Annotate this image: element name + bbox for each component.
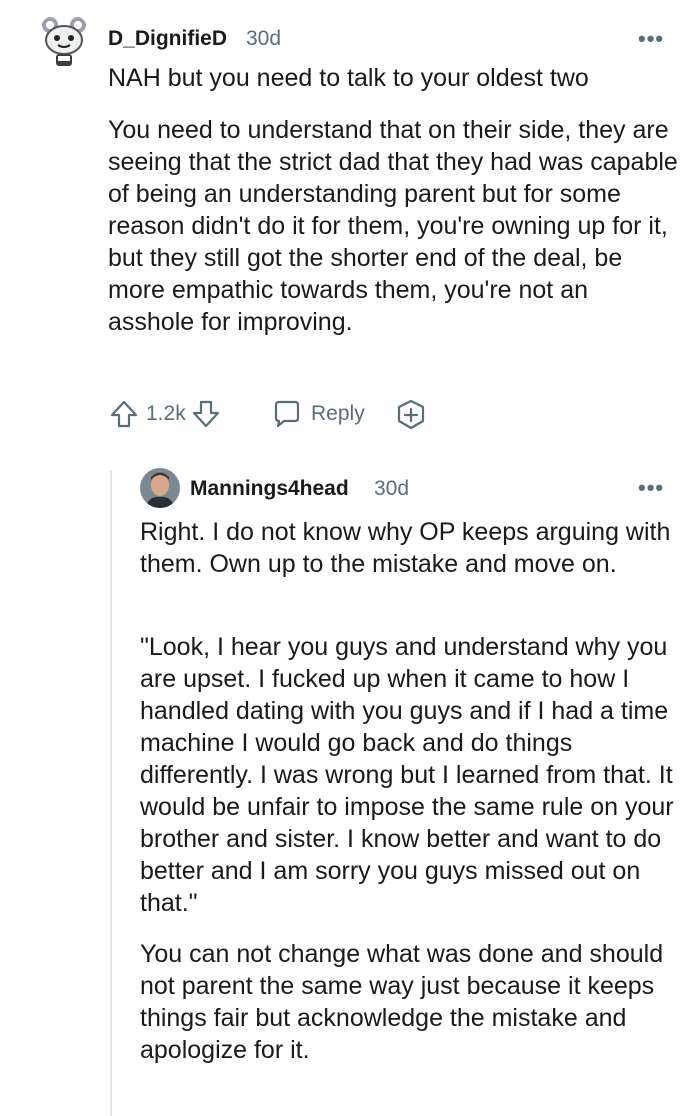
comment-more-options-button[interactable]: ••• [638,26,664,52]
reply-paragraph: Right. I do not know why OP keeps arguin… [140,518,671,578]
snoo-avatar-icon [36,12,92,68]
award-plus-icon[interactable] [394,398,428,432]
comment-age: 30d [246,27,282,50]
reply-age: 30d [374,477,410,500]
upvote-arrow-icon[interactable] [108,398,140,430]
thread-line[interactable] [110,470,112,1116]
reply-username[interactable]: Mannings4head [190,477,349,501]
profile-photo-icon [140,468,180,508]
comment-paragraph: NAH but you need to talk to your oldest … [108,64,589,92]
reply-paragraph: "Look, I hear you guys and understand wh… [140,633,674,917]
reply-paragraph: You can not change what was done and sho… [140,940,664,1064]
reply-user-avatar[interactable] [140,468,180,508]
user-avatar[interactable] [36,12,92,68]
comment-vote-group: 1.2k [108,396,222,432]
reply-label: Reply [311,402,365,425]
vote-score: 1.2k [146,402,186,425]
reply-button[interactable]: Reply [271,396,365,432]
speech-bubble-icon [271,398,303,430]
comment-username[interactable]: D_DignifieD [108,27,227,51]
downvote-arrow-icon[interactable] [190,398,222,430]
comment-paragraph: You need to understand that on their sid… [108,116,678,336]
reply-more-options-button[interactable]: ••• [638,475,664,501]
